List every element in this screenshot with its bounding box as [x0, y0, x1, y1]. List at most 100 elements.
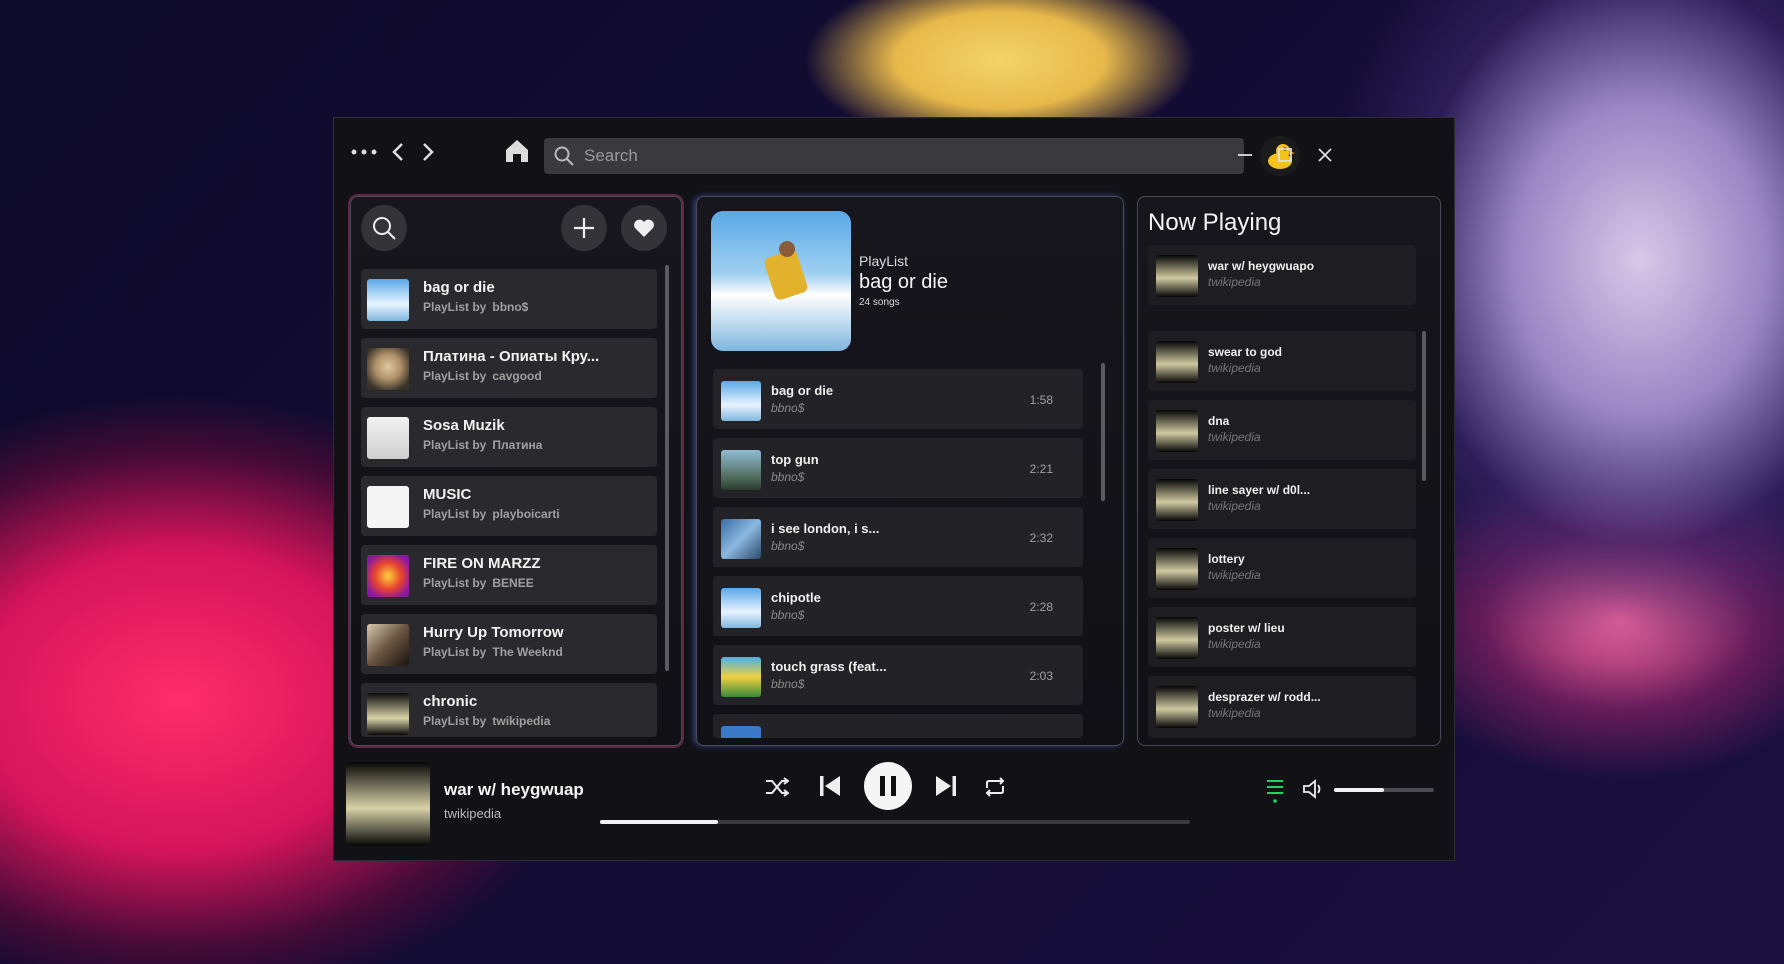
player-cover	[346, 762, 430, 846]
player-track-title: war w/ heygwuap	[444, 780, 584, 799]
track-cover	[1156, 686, 1198, 728]
queue-icon[interactable]	[1262, 776, 1288, 806]
track-cover	[1156, 410, 1198, 452]
track-duration: 2:21	[1029, 462, 1053, 476]
track-artist: twikipedia	[1208, 568, 1261, 582]
close-icon[interactable]	[1310, 140, 1340, 170]
next-icon[interactable]	[930, 770, 962, 802]
track-duration: 2:03	[1029, 669, 1053, 683]
track-cover	[721, 588, 761, 628]
library-item[interactable]: bag or die PlayList by bbno$	[361, 269, 657, 329]
track-row-partial[interactable]	[713, 714, 1083, 738]
track-title: chipotle	[771, 590, 821, 605]
minimize-icon[interactable]	[1230, 140, 1260, 170]
queue-item[interactable]: line sayer w/ d0l... twikipedia	[1148, 469, 1416, 529]
queue-item[interactable]: dna twikipedia	[1148, 400, 1416, 460]
playlist-owner-line: PlayList by twikipedia	[423, 714, 551, 728]
back-icon[interactable]	[386, 138, 410, 166]
playlist-title: MUSIC	[423, 486, 472, 503]
progress-bar[interactable]	[600, 820, 1190, 824]
track-cover	[1156, 617, 1198, 659]
track-cover	[1156, 548, 1198, 590]
playlist-owner-line: PlayList by BENEE	[423, 576, 534, 590]
library-item[interactable]: MUSIC PlayList by playboicarti	[361, 476, 657, 536]
track-title: dna	[1208, 414, 1230, 428]
queue-item[interactable]: swear to god twikipedia	[1148, 331, 1416, 391]
track-cover	[1156, 255, 1198, 297]
track-title: line sayer w/ d0l...	[1208, 483, 1311, 497]
track-artist: bbno$	[771, 401, 805, 415]
queue-scrollbar[interactable]	[1422, 331, 1426, 481]
track-duration: 1:58	[1029, 393, 1053, 407]
previous-icon[interactable]	[814, 770, 846, 802]
track-artist: twikipedia	[1208, 706, 1261, 720]
track-row[interactable]: chipotle bbno$ 2:28	[713, 576, 1083, 636]
track-row[interactable]: i see london, i s... bbno$ 2:32	[713, 507, 1083, 567]
playlist-song-count: 24 songs	[859, 297, 900, 308]
repeat-icon[interactable]	[980, 772, 1010, 802]
maximize-icon[interactable]	[1270, 140, 1300, 170]
add-playlist-button[interactable]	[561, 205, 607, 251]
track-title: swear to god	[1208, 345, 1283, 359]
playlist-owner-line: PlayList by cavgood	[423, 369, 542, 383]
track-cover	[1156, 341, 1198, 383]
more-icon[interactable]	[350, 142, 378, 162]
track-title: i see london, i s...	[771, 521, 880, 536]
playlist-title: Sosa Muzik	[423, 417, 505, 434]
track-cover	[721, 381, 761, 421]
library-item[interactable]: chronic PlayList by twikipedia	[361, 683, 657, 737]
player-track-artist: twikipedia	[444, 806, 502, 821]
playlist-cover	[367, 555, 409, 597]
track-artist: bbno$	[771, 539, 805, 553]
now-playing-heading: Now Playing	[1148, 209, 1282, 236]
track-cover	[721, 519, 761, 559]
playlist-cover-art	[711, 211, 851, 351]
library-panel: bag or die PlayList by bbno$ Платина - Оп…	[350, 196, 682, 746]
pause-button[interactable]	[864, 762, 912, 810]
shuffle-icon[interactable]	[762, 772, 792, 802]
track-artist: bbno$	[771, 470, 805, 484]
progress-fill	[600, 820, 718, 824]
playlist-cover	[367, 624, 409, 666]
forward-icon[interactable]	[416, 138, 440, 166]
track-cover	[721, 450, 761, 490]
playlist-title: chronic	[423, 693, 478, 710]
queue-item[interactable]: desprazer w/ rodd... twikipedia	[1148, 676, 1416, 738]
liked-songs-button[interactable]	[621, 205, 667, 251]
queue-item[interactable]: lottery twikipedia	[1148, 538, 1416, 598]
home-icon[interactable]	[502, 136, 532, 166]
queue-item[interactable]: poster w/ lieu twikipedia	[1148, 607, 1416, 667]
library-item[interactable]: Платина - Опиаты Кру... PlayList by cavgo…	[361, 338, 657, 398]
volume-icon[interactable]	[1300, 776, 1326, 802]
plus-icon	[574, 218, 594, 238]
track-row[interactable]: touch grass (feat... bbno$ 2:03	[713, 645, 1083, 705]
track-row[interactable]: top gun bbno$ 2:21	[713, 438, 1083, 498]
playlist-title: Hurry Up Tomorrow	[423, 624, 564, 641]
track-title: touch grass (feat...	[771, 659, 887, 674]
volume-slider[interactable]	[1334, 788, 1434, 792]
now-playing-current[interactable]: war w/ heygwuapo twikipedia	[1148, 245, 1416, 305]
music-player-window: Search bag or die PlayList by bbno$ Плат…	[333, 117, 1455, 861]
playlist-panel: PlayList bag or die 24 songs bag or die …	[696, 196, 1124, 746]
playlist-owner-line: PlayList by playboicarti	[423, 507, 560, 521]
track-duration: 2:28	[1029, 600, 1053, 614]
playlist-scrollbar[interactable]	[1101, 363, 1105, 501]
track-cover	[721, 657, 761, 697]
library-item[interactable]: Hurry Up Tomorrow PlayList by The Weeknd	[361, 614, 657, 674]
library-scrollbar[interactable]	[665, 265, 669, 671]
library-item[interactable]: Sosa Muzik PlayList by Платина	[361, 407, 657, 467]
playlist-name: bag or die	[859, 271, 948, 293]
now-playing-panel: Now Playing war w/ heygwuapo twikipedia …	[1137, 196, 1441, 746]
playlist-owner-line: PlayList by The Weeknd	[423, 645, 563, 659]
library-search-button[interactable]	[361, 205, 407, 251]
volume-fill	[1334, 788, 1384, 792]
playlist-title: Платина - Опиаты Кру...	[423, 348, 600, 365]
track-artist: twikipedia	[1208, 430, 1261, 444]
library-item[interactable]: FIRE ON MARZZ PlayList by BENEE	[361, 545, 657, 605]
track-title: lottery	[1208, 552, 1245, 566]
pause-icon	[880, 776, 896, 796]
track-artist: twikipedia	[1208, 637, 1261, 651]
search-input[interactable]: Search	[544, 138, 1244, 174]
track-row[interactable]: bag or die bbno$ 1:58	[713, 369, 1083, 429]
playlist-cover	[367, 486, 409, 528]
